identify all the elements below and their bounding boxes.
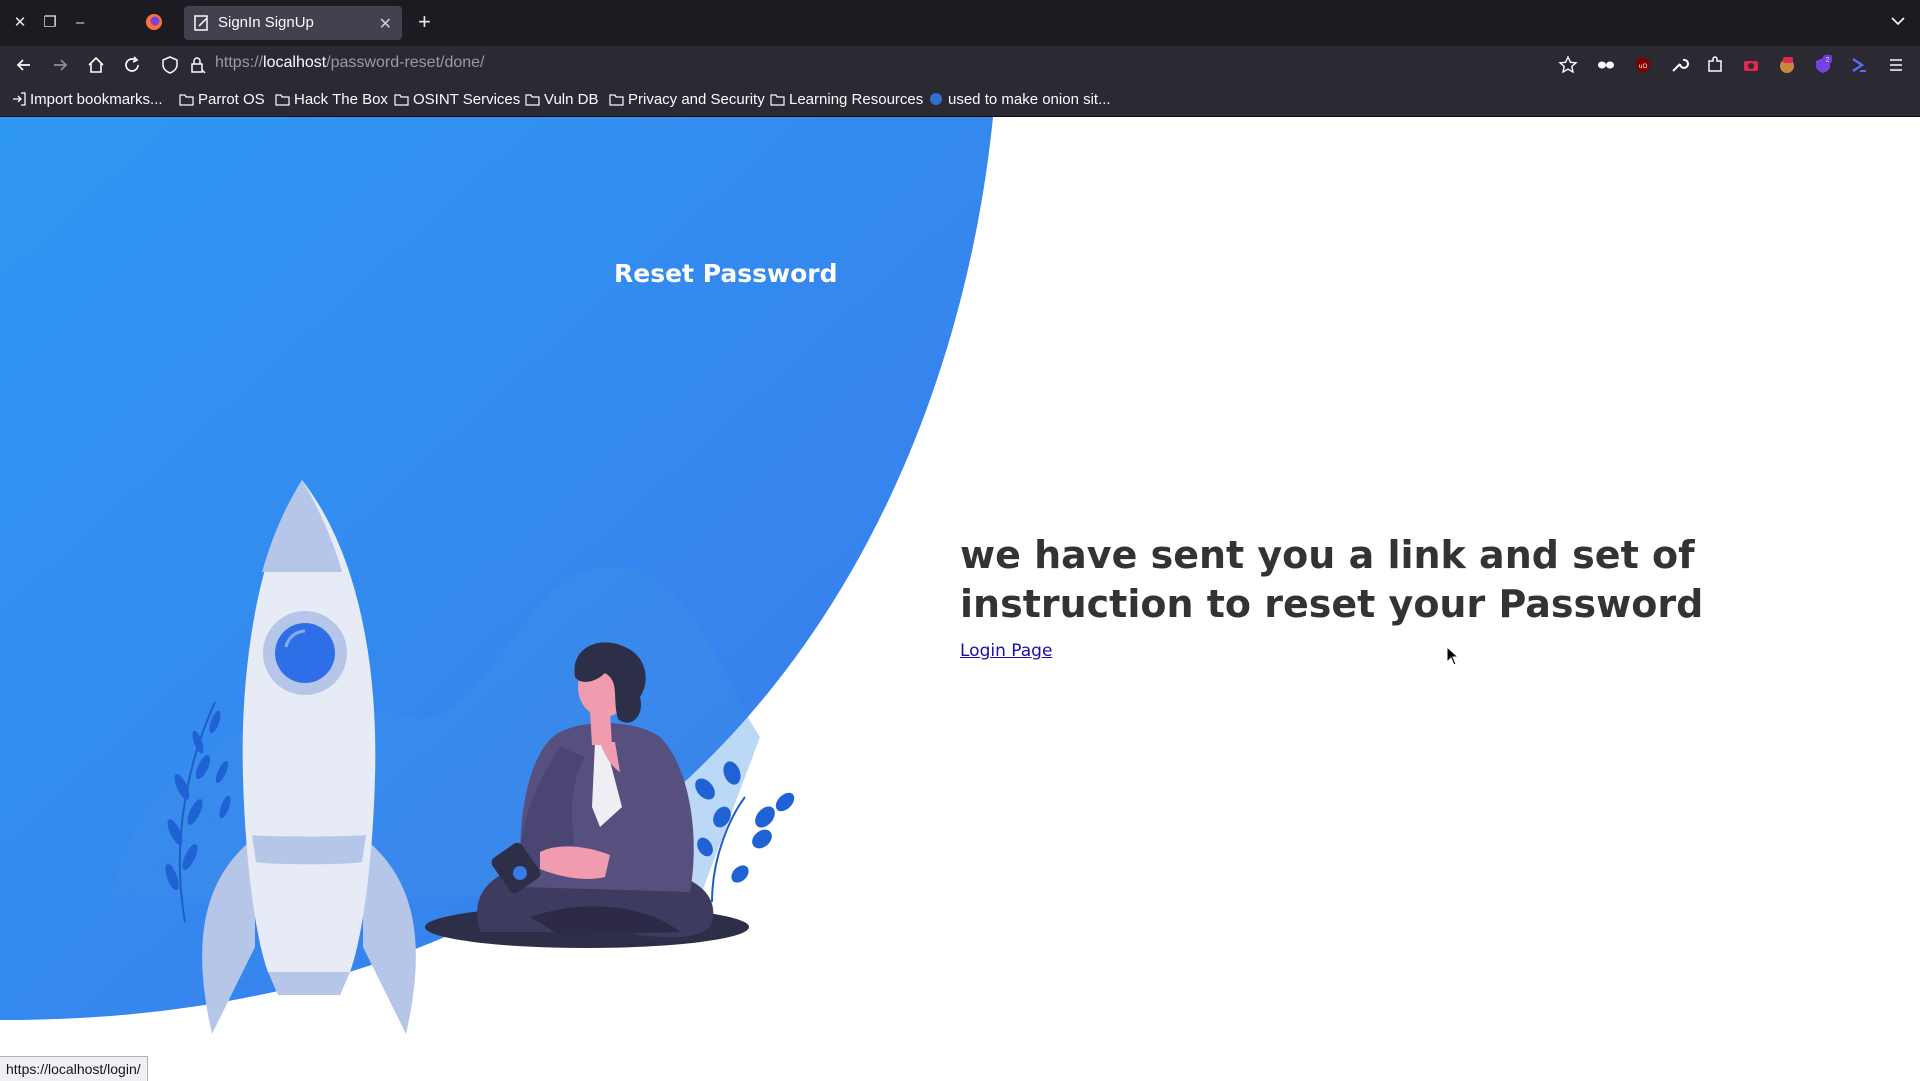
folder-icon	[394, 94, 409, 106]
bookmarks-toolbar: Import bookmarks... Parrot OS Hack The B…	[0, 84, 1920, 117]
bookmark-folder-learning-resources[interactable]: Learning Resources	[770, 91, 923, 108]
url-path: /password-reset/done/	[326, 54, 485, 71]
bookmark-folder-vuln-db[interactable]: Vuln DB	[525, 91, 598, 108]
bookmark-folder-hack-the-box[interactable]: Hack The Box	[275, 91, 388, 108]
address-bar[interactable]: https://localhost/password-reset/done/	[215, 54, 485, 72]
bookmark-onion-site[interactable]: used to make onion sit...	[929, 91, 1111, 108]
bookmark-folder-parrot-os[interactable]: Parrot OS	[179, 91, 265, 108]
tab-list-chevron-icon[interactable]	[1890, 13, 1906, 29]
window-restore-icon[interactable]: ❐	[40, 13, 60, 33]
folder-icon	[525, 94, 540, 106]
private-mask-icon[interactable]	[1596, 55, 1616, 75]
folder-icon	[770, 94, 785, 106]
page-favicon-icon	[194, 15, 208, 31]
lock-icon[interactable]	[188, 55, 208, 75]
url-scheme: https://	[215, 54, 264, 71]
tracking-shield-icon[interactable]	[160, 55, 180, 75]
extensions-puzzle-icon[interactable]	[1705, 55, 1725, 75]
hamburger-menu-icon[interactable]	[1886, 55, 1906, 75]
tab-bar: ✕ ❐ – SignIn SignUp ✕ +	[0, 0, 1920, 46]
bookmark-star-icon[interactable]	[1558, 55, 1578, 75]
status-bar-url: https://localhost/login/	[0, 1056, 148, 1081]
terminal-extension-icon[interactable]	[1849, 55, 1869, 75]
folder-icon	[179, 94, 194, 106]
tab-close-icon[interactable]: ✕	[379, 14, 392, 34]
home-icon[interactable]	[86, 55, 106, 75]
screenshot-camera-icon[interactable]	[1741, 55, 1761, 75]
url-host: localhost	[263, 54, 327, 71]
bookmark-import[interactable]: Import bookmarks...	[12, 91, 163, 108]
folder-icon	[609, 94, 624, 106]
page-content: Reset Password we have sent you a link a…	[0, 117, 1920, 1080]
confirmation-message: we have sent you a link and set of instr…	[960, 533, 1704, 626]
extension-badge-icon[interactable]: 2	[1813, 55, 1833, 75]
login-page-link[interactable]: Login Page	[960, 641, 1052, 661]
wrench-icon[interactable]	[1669, 55, 1689, 75]
bookmark-folder-privacy-and-security[interactable]: Privacy and Security	[609, 91, 765, 108]
firefox-icon[interactable]	[144, 12, 164, 32]
bookmark-folder-osint-services[interactable]: OSINT Services	[394, 91, 520, 108]
cookie-extension-icon[interactable]	[1777, 55, 1797, 75]
back-arrow-icon[interactable]	[14, 55, 34, 75]
reload-icon[interactable]	[122, 55, 142, 75]
new-tab-icon[interactable]: +	[418, 11, 431, 33]
tab-title: SignIn SignUp	[218, 14, 314, 31]
svg-text:uO: uO	[1639, 63, 1648, 70]
globe-icon	[930, 93, 942, 105]
forward-arrow-icon[interactable]	[50, 55, 70, 75]
tab-active[interactable]: SignIn SignUp ✕	[184, 6, 402, 40]
window-close-icon[interactable]: ✕	[10, 13, 30, 33]
navigation-toolbar: https://localhost/password-reset/done/ u…	[0, 46, 1920, 84]
mouse-cursor-icon	[1446, 646, 1460, 666]
ublock-origin-icon[interactable]: uO	[1633, 55, 1653, 75]
panel-title: Reset Password	[614, 259, 838, 288]
folder-icon	[275, 94, 290, 106]
window-minimize-icon[interactable]: –	[70, 13, 90, 33]
import-icon	[13, 92, 26, 106]
